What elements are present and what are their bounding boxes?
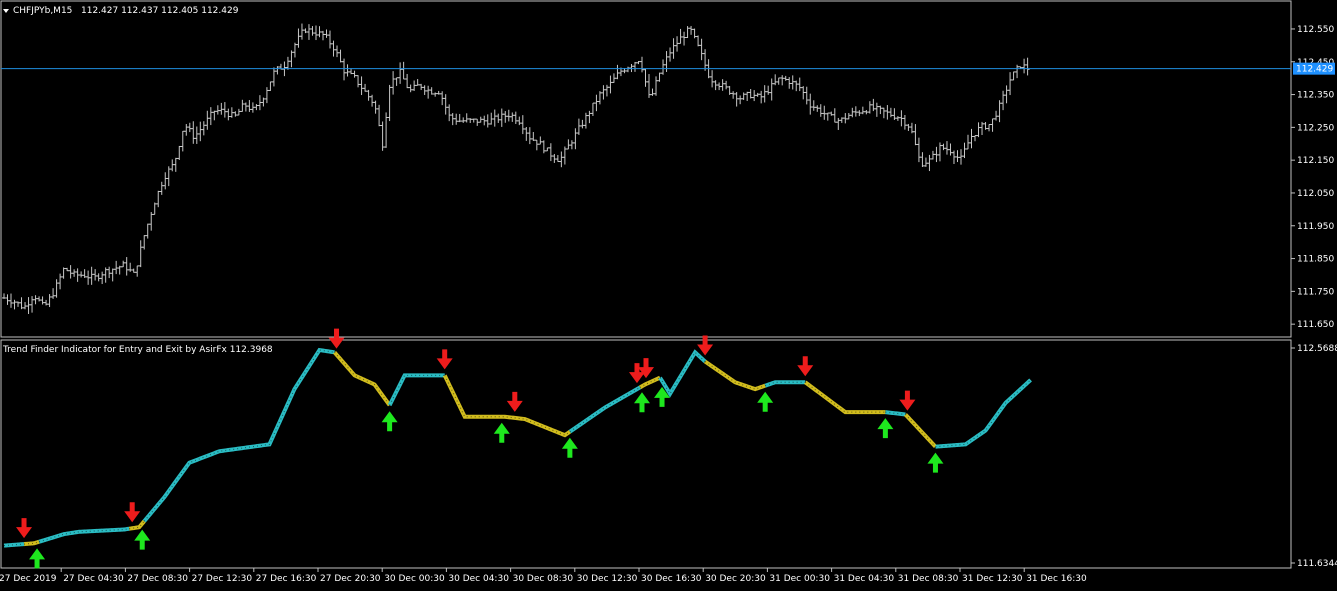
downtrend-segment — [23, 539, 40, 547]
price-tick-label: 112.150 — [1297, 156, 1334, 166]
symbol-label: CHFJPYb,M15 — [13, 6, 72, 16]
time-tick-label: 27 Dec 08:30 — [127, 574, 188, 584]
indicator-tick-label: 112.5688 — [1297, 344, 1337, 354]
time-tick-label: 31 Dec 08:30 — [898, 574, 959, 584]
time-axis: 27 Dec 2019 27 Dec 04:30 27 Dec 08:30 27 De… — [0, 568, 1087, 584]
time-tick-label: 31 Dec 16:30 — [1026, 574, 1087, 584]
trading-chart[interactable]: 112.550112.450112.350112.250112.150112.0… — [0, 0, 1337, 591]
time-tick-label: 27 Dec 04:30 — [63, 574, 124, 584]
time-tick-label: 30 Dec 20:30 — [705, 574, 766, 584]
ohlc-values: 112.427 112.437 112.405 112.429 — [81, 6, 239, 16]
indicator-axis: 112.5688 111.6344 — [1291, 344, 1337, 569]
time-tick-label: 30 Dec 08:30 — [513, 574, 574, 584]
time-tick-label: 31 Dec 12:30 — [962, 574, 1023, 584]
time-tick-label: 31 Dec 04:30 — [834, 574, 895, 584]
price-tick-label: 111.750 — [1297, 287, 1334, 297]
time-tick-label: 27 Dec 20:30 — [320, 574, 381, 584]
price-tick-label: 111.850 — [1297, 255, 1334, 265]
uptrend-segment — [885, 410, 906, 417]
indicator-title: Trend Finder Indicator for Entry and Exi… — [2, 345, 273, 355]
price-tick-label: 112.350 — [1297, 91, 1334, 101]
time-tick-label: 31 Dec 00:30 — [769, 574, 830, 584]
price-tick-label: 112.550 — [1297, 25, 1334, 35]
price-tick-label: 112.250 — [1297, 123, 1334, 133]
price-tick-label: 111.650 — [1297, 320, 1334, 330]
indicator-tick-label: 111.6344 — [1297, 559, 1337, 569]
price-tick-label: 111.950 — [1297, 222, 1334, 232]
current-price-label: 112.429 — [1296, 65, 1333, 75]
time-tick-label: 27 Dec 2019 — [0, 574, 57, 584]
time-tick-label: 30 Dec 12:30 — [577, 574, 638, 584]
price-panel-frame — [0, 0, 1292, 338]
main-header: CHFJPYb,M15 112.427 112.437 112.405 112.… — [3, 6, 239, 16]
time-tick-label: 27 Dec 12:30 — [192, 574, 253, 584]
price-tick-label: 112.050 — [1297, 189, 1334, 199]
uptrend-segment — [3, 542, 25, 548]
time-tick-label: 30 Dec 04:30 — [448, 574, 509, 584]
time-tick-label: 27 Dec 16:30 — [256, 574, 317, 584]
time-tick-label: 30 Dec 00:30 — [384, 574, 445, 584]
time-tick-label: 30 Dec 16:30 — [641, 574, 702, 584]
